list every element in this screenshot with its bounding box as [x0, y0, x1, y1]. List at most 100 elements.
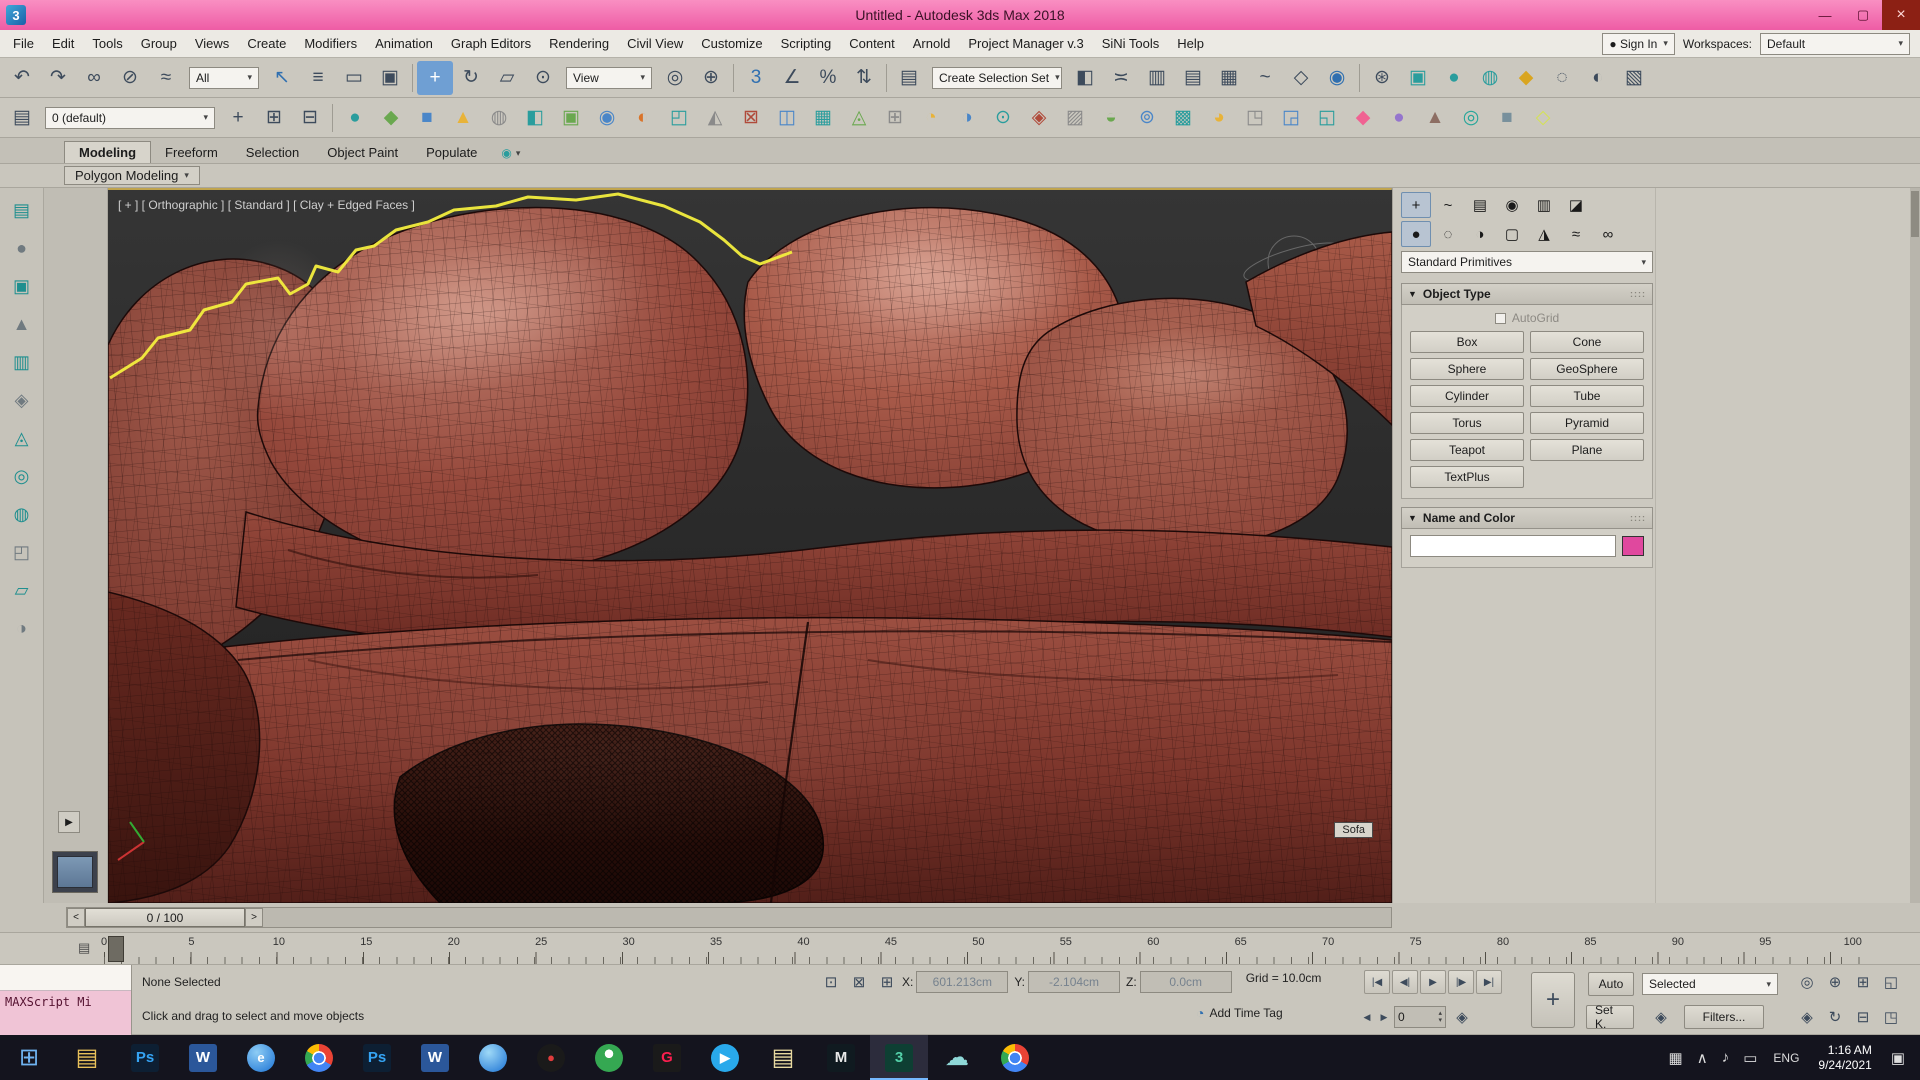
sini-tool-icon[interactable]: ◭ — [697, 101, 733, 135]
selection-filter-dropdown[interactable]: All ▾ — [189, 66, 259, 89]
hidden-icons-chevron[interactable]: ∧ — [1690, 1049, 1715, 1067]
sign-in-dropdown[interactable]: ● Sign In ▾ — [1602, 32, 1675, 55]
primitive-button[interactable]: Plane — [1530, 439, 1644, 461]
sini-tool-icon[interactable]: ◐ — [625, 101, 661, 135]
cone-tool-icon[interactable]: ▲ — [5, 308, 39, 340]
sini-tool-icon[interactable]: ◆ — [373, 101, 409, 135]
key-filter-dialog-icon[interactable]: ◈ — [1648, 1005, 1674, 1029]
action-center-icon[interactable]: ▣ — [1884, 1049, 1912, 1067]
selection-lock-icon[interactable]: ⊠ — [846, 970, 872, 994]
ribbon-tab[interactable]: Selection — [232, 142, 313, 163]
go-to-start-button[interactable]: |◀ — [1364, 970, 1390, 994]
menu-item[interactable]: Civil View — [618, 34, 692, 53]
sini-tool-icon[interactable]: ■ — [1489, 101, 1525, 135]
sini-tool-icon[interactable]: ⊚ — [1129, 101, 1165, 135]
toggle-scene-explorer-icon[interactable]: ▥ — [1139, 61, 1175, 95]
menu-item[interactable]: Arnold — [904, 34, 960, 53]
systems-category-icon[interactable]: ∞ — [1593, 221, 1623, 247]
previous-frame-button[interactable]: ◀| — [1392, 970, 1418, 994]
sini-tool-icon[interactable]: ◑ — [949, 101, 985, 135]
sphere-tool-icon[interactable]: ● — [5, 232, 39, 264]
panel-scrollbar[interactable] — [1910, 188, 1920, 903]
touch-keyboard-icon[interactable]: ▦ — [1662, 1049, 1690, 1067]
add-selection-to-layer-icon[interactable]: ⊞ — [256, 101, 292, 135]
sini-tool-icon[interactable]: ● — [337, 101, 373, 135]
utilities-tab-icon[interactable]: ◪ — [1561, 192, 1591, 218]
space-warps-category-icon[interactable]: ≈ — [1561, 221, 1591, 247]
previous-frame-slider-button[interactable]: < — [67, 908, 85, 927]
sini-tool-icon[interactable]: ◕ — [1201, 101, 1237, 135]
pan-icon[interactable]: ◈ — [1794, 1005, 1820, 1029]
maya-icon[interactable]: M — [812, 1035, 870, 1080]
torus-tool-icon[interactable]: ◎ — [5, 460, 39, 492]
primitive-button[interactable]: Box — [1410, 331, 1524, 353]
sini-tool-icon[interactable]: ▨ — [1057, 101, 1093, 135]
primitive-button[interactable]: TextPlus — [1410, 466, 1524, 488]
file-explorer-icon[interactable]: ▤ — [58, 1035, 116, 1080]
maxscript-mini-listener[interactable]: MAXScript Mi — [0, 965, 132, 1035]
next-frame-slider-button[interactable]: > — [245, 908, 263, 927]
primitive-button[interactable]: Sphere — [1410, 358, 1524, 380]
globe-icon[interactable] — [464, 1035, 522, 1080]
spinner-down-icon[interactable]: ▾ — [1438, 1017, 1442, 1024]
layer-dropdown[interactable]: 0 (default) ▾ — [45, 106, 215, 129]
sini-tool-icon[interactable]: ▩ — [1165, 101, 1201, 135]
render-in-cloud-icon[interactable]: ◍ — [1472, 61, 1508, 95]
go-to-end-button[interactable]: ▶| — [1476, 970, 1502, 994]
pen-tool-icon[interactable]: ◬ — [5, 422, 39, 454]
sini-tool-icon[interactable]: ◧ — [517, 101, 553, 135]
time-slider-track[interactable]: < 0 / 100 > — [66, 907, 1392, 928]
layer-manager-icon[interactable]: ▤ — [4, 101, 40, 135]
primitive-button[interactable]: Torus — [1410, 412, 1524, 434]
set-keys-button[interactable]: + — [1531, 972, 1575, 1028]
set-key-button[interactable]: Set K. — [1586, 1003, 1634, 1031]
ribbon-tab[interactable]: Populate — [412, 142, 491, 163]
helpers-category-icon[interactable]: ◮ — [1529, 221, 1559, 247]
sini-tool-icon[interactable]: ▲ — [445, 101, 481, 135]
z-coordinate-field[interactable]: 0.0cm — [1139, 971, 1232, 993]
scene-explorer-icon[interactable]: ▤ — [5, 194, 39, 226]
select-and-move-icon[interactable]: + — [417, 60, 453, 95]
unlink-selection-icon[interactable]: ⊘ — [112, 61, 148, 95]
bind-to-space-warp-icon[interactable]: ≈ — [148, 61, 184, 95]
primitive-button[interactable]: GeoSphere — [1530, 358, 1644, 380]
lamp-tool-icon[interactable]: ◑ — [5, 612, 39, 644]
mirror-icon[interactable]: ◧ — [1067, 61, 1103, 95]
start-button[interactable]: ⊞ — [0, 1035, 58, 1080]
ribbon-tab[interactable]: Modeling — [64, 141, 152, 163]
cameras-category-icon[interactable]: ▢ — [1497, 221, 1527, 247]
sini-tool-icon[interactable]: ⊙ — [985, 101, 1021, 135]
create-tab-icon[interactable]: + — [1401, 192, 1431, 218]
x-coordinate-field[interactable]: 601.213cm — [916, 971, 1009, 993]
key-filters-button[interactable]: Filters... — [1684, 1005, 1764, 1029]
polygon-modeling-panel-tab[interactable]: Polygon Modeling ▾ — [64, 166, 200, 185]
zoom-all-icon[interactable]: ⊕ — [1822, 970, 1848, 994]
open-autodesk-app-icon[interactable]: ◆ — [1508, 61, 1544, 95]
y-coordinate-field[interactable]: -2.104cm — [1028, 971, 1121, 993]
viewport[interactable]: [ + ] [ Orthographic ] [ Standard ] [ Cl… — [108, 188, 1392, 903]
select-and-scale-icon[interactable]: ▱ — [489, 61, 525, 95]
geometry-category-icon[interactable]: ● — [1401, 221, 1431, 247]
menu-item[interactable]: SiNi Tools — [1093, 34, 1169, 53]
volume-icon[interactable]: ♪ — [1715, 1049, 1737, 1066]
select-and-link-icon[interactable]: ∞ — [76, 61, 112, 95]
chrome-icon[interactable] — [290, 1035, 348, 1080]
browser-globe-icon[interactable]: e — [232, 1035, 290, 1080]
sini-tool-icon[interactable]: ▲ — [1417, 101, 1453, 135]
word-icon[interactable]: W — [406, 1035, 464, 1080]
menu-item[interactable]: Tools — [83, 34, 131, 53]
time-slider-handle[interactable]: 0 / 100 — [85, 908, 245, 927]
primitive-button[interactable]: Pyramid — [1530, 412, 1644, 434]
align-icon[interactable]: ≍ — [1103, 61, 1139, 95]
sini-tool-icon[interactable]: ◍ — [481, 101, 517, 135]
primitive-button[interactable]: Teapot — [1410, 439, 1524, 461]
sini-tool-icon[interactable]: ◈ — [1021, 101, 1057, 135]
sini-tool-icon[interactable]: ◒ — [1093, 101, 1129, 135]
menu-item[interactable]: Create — [238, 34, 295, 53]
telegram-icon[interactable]: ▶ — [696, 1035, 754, 1080]
plane-tool-icon[interactable]: ▱ — [5, 574, 39, 606]
ribbon-config-icon[interactable]: ◉ — [501, 146, 511, 160]
primitive-button[interactable]: Cylinder — [1410, 385, 1524, 407]
orbit-icon[interactable]: ↻ — [1822, 1005, 1848, 1029]
shapes-category-icon[interactable]: ◌ — [1433, 221, 1463, 247]
